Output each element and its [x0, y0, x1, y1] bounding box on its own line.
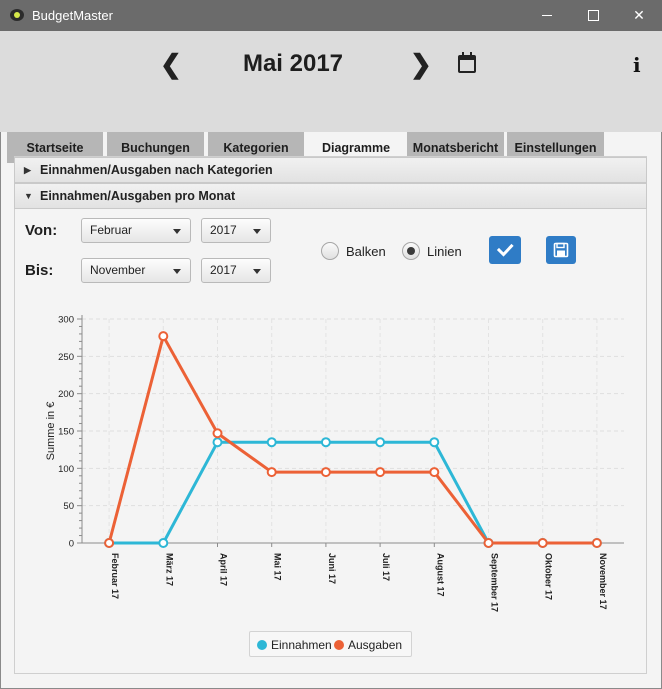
- legend-swatch-expense: [334, 640, 344, 650]
- y-axis-title: Summe in €: [45, 402, 57, 461]
- data-point-series-0: [158, 538, 169, 548]
- data-point-series-1: [158, 331, 169, 342]
- monthly-line-chart: 0 50 100 150 200 250 300 Summe in € Februar 17 Mä…: [45, 315, 624, 612]
- x-tick-label: September 17: [490, 553, 500, 612]
- info-icon[interactable]: i: [633, 53, 641, 77]
- legend-swatch-income: [257, 640, 267, 650]
- lines-radio-label: Linien: [427, 244, 462, 259]
- y-tick-label: 0: [69, 539, 74, 550]
- y-tick-label: 200: [58, 389, 74, 400]
- data-point-series-1: [483, 538, 494, 548]
- data-point-series-1: [537, 538, 548, 548]
- data-point-series-0: [266, 437, 277, 448]
- previous-month-button[interactable]: ❮: [160, 49, 182, 80]
- y-tick-label: 150: [58, 427, 74, 438]
- y-tick-label: 50: [63, 501, 74, 512]
- data-point-series-1: [320, 467, 331, 478]
- bars-radio[interactable]: [321, 242, 339, 260]
- data-point-series-1: [375, 467, 386, 478]
- data-point-series-0: [429, 437, 440, 448]
- data-point-series-0: [320, 437, 331, 448]
- title-bar: BudgetMaster ✕: [0, 0, 662, 31]
- caret-down-icon: [253, 269, 261, 274]
- data-point-series-1: [212, 428, 223, 439]
- x-tick-label: Juli 17: [381, 553, 391, 581]
- x-tick-label: März 17: [164, 553, 174, 586]
- data-point-series-0: [375, 437, 386, 448]
- lines-radio[interactable]: [402, 242, 420, 260]
- to-label: Bis:: [25, 262, 54, 279]
- next-month-button[interactable]: ❯: [410, 49, 432, 80]
- legend-label-income: Einnahmen: [271, 638, 332, 652]
- from-month-value: Februar: [90, 223, 133, 237]
- page-title: Mai 2017: [242, 50, 344, 77]
- x-tick-label: Februar 17: [110, 553, 120, 599]
- accordion-monthly-label: Einnahmen/Ausgaben pro Monat: [40, 189, 236, 203]
- to-year-value: 2017: [210, 263, 237, 277]
- checkmark-icon: [496, 243, 514, 257]
- caret-down-icon: [173, 229, 181, 234]
- calendar-icon[interactable]: [458, 52, 476, 73]
- from-label: Von:: [25, 222, 58, 239]
- window-title: BudgetMaster: [32, 8, 113, 23]
- minimize-button[interactable]: [524, 0, 570, 31]
- chevron-right-icon: ▶: [24, 165, 31, 175]
- chart-legend: Einnahmen Ausgaben: [249, 631, 412, 657]
- bars-radio-label: Balken: [346, 244, 386, 259]
- header: ❮ Mai 2017 ❯ i Startseite Buchungen Kate…: [0, 31, 662, 165]
- accordion-categories[interactable]: ▶ Einnahmen/Ausgaben nach Kategorien: [14, 157, 647, 183]
- from-year-select[interactable]: 2017: [201, 218, 271, 243]
- from-month-select[interactable]: Februar: [81, 218, 191, 243]
- data-point-series-1: [591, 538, 602, 548]
- legend-label-expense: Ausgaben: [348, 638, 403, 652]
- from-year-value: 2017: [210, 223, 237, 237]
- to-year-select[interactable]: 2017: [201, 258, 271, 283]
- apply-button[interactable]: [489, 236, 521, 264]
- close-button[interactable]: ✕: [616, 0, 662, 31]
- x-tick-label: April 17: [219, 553, 229, 586]
- data-point-series-1: [104, 538, 115, 548]
- y-tick-label: 250: [58, 352, 74, 363]
- x-tick-label: November 17: [598, 553, 608, 610]
- save-icon: [553, 242, 569, 258]
- maximize-button[interactable]: [570, 0, 616, 31]
- app-logo-icon: [10, 9, 24, 21]
- to-month-value: November: [90, 263, 146, 277]
- data-point-series-1: [429, 467, 440, 478]
- accordion-monthly[interactable]: ▼ Einnahmen/Ausgaben pro Monat: [14, 183, 647, 209]
- caret-down-icon: [173, 269, 181, 274]
- to-month-select[interactable]: November: [81, 258, 191, 283]
- caret-down-icon: [253, 229, 261, 234]
- x-tick-label: Oktober 17: [544, 553, 554, 600]
- x-tick-label: August 17: [435, 553, 445, 597]
- data-point-series-0: [212, 437, 223, 448]
- y-tick-label: 100: [58, 464, 74, 475]
- series-line-0: [109, 440, 597, 545]
- x-tick-label: Mai 17: [273, 553, 283, 581]
- y-tick-label: 300: [58, 315, 74, 326]
- accordion-categories-label: Einnahmen/Ausgaben nach Kategorien: [40, 163, 273, 177]
- chevron-down-icon: ▼: [24, 191, 33, 201]
- save-button[interactable]: [546, 236, 576, 264]
- data-point-series-1: [266, 467, 277, 478]
- series-line-1: [107, 334, 597, 545]
- x-tick-label: Juni 17: [327, 553, 337, 584]
